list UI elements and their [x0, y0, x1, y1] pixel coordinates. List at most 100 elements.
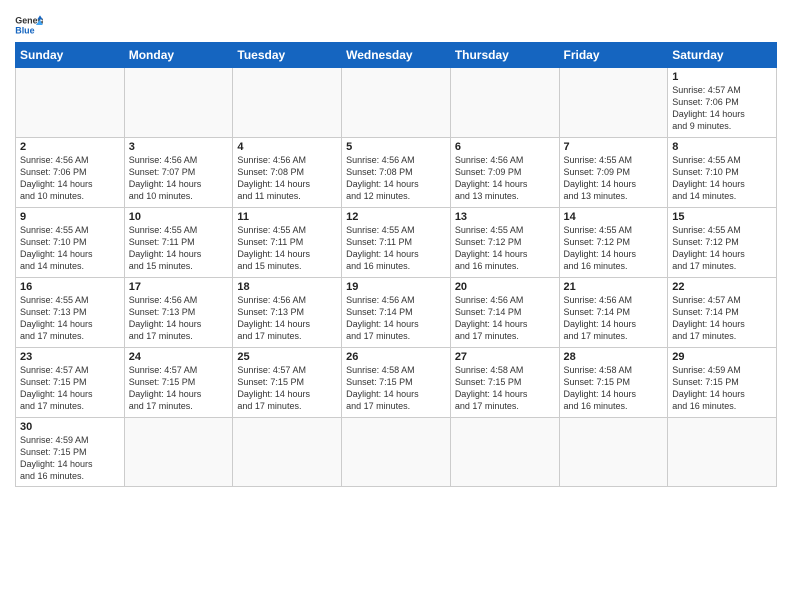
cell-info-text: Sunrise: 4:55 AM Sunset: 7:12 PM Dayligh…: [564, 224, 664, 273]
cell-info-text: Sunrise: 4:55 AM Sunset: 7:12 PM Dayligh…: [455, 224, 555, 273]
cell-info-text: Sunrise: 4:55 AM Sunset: 7:11 PM Dayligh…: [129, 224, 229, 273]
calendar-cell: [668, 418, 777, 487]
logo-icon: General Blue: [15, 14, 43, 36]
calendar-cell: 27Sunrise: 4:58 AM Sunset: 7:15 PM Dayli…: [450, 348, 559, 418]
calendar-cell: [342, 68, 451, 138]
cell-info-text: Sunrise: 4:57 AM Sunset: 7:06 PM Dayligh…: [672, 84, 772, 133]
cell-date-number: 14: [564, 211, 664, 223]
weekday-header-tuesday: Tuesday: [233, 43, 342, 68]
cell-info-text: Sunrise: 4:58 AM Sunset: 7:15 PM Dayligh…: [564, 364, 664, 413]
calendar-cell: 21Sunrise: 4:56 AM Sunset: 7:14 PM Dayli…: [559, 278, 668, 348]
cell-date-number: 16: [20, 281, 120, 293]
cell-date-number: 6: [455, 141, 555, 153]
calendar-cell: [124, 68, 233, 138]
cell-info-text: Sunrise: 4:56 AM Sunset: 7:14 PM Dayligh…: [346, 294, 446, 343]
cell-date-number: 26: [346, 351, 446, 363]
calendar-week-row: 30Sunrise: 4:59 AM Sunset: 7:15 PM Dayli…: [16, 418, 777, 487]
cell-info-text: Sunrise: 4:56 AM Sunset: 7:14 PM Dayligh…: [455, 294, 555, 343]
cell-info-text: Sunrise: 4:55 AM Sunset: 7:12 PM Dayligh…: [672, 224, 772, 273]
cell-date-number: 18: [237, 281, 337, 293]
cell-info-text: Sunrise: 4:55 AM Sunset: 7:10 PM Dayligh…: [20, 224, 120, 273]
cell-info-text: Sunrise: 4:59 AM Sunset: 7:15 PM Dayligh…: [672, 364, 772, 413]
calendar-cell: 5Sunrise: 4:56 AM Sunset: 7:08 PM Daylig…: [342, 138, 451, 208]
calendar-cell: 23Sunrise: 4:57 AM Sunset: 7:15 PM Dayli…: [16, 348, 125, 418]
calendar-week-row: 1Sunrise: 4:57 AM Sunset: 7:06 PM Daylig…: [16, 68, 777, 138]
cell-date-number: 30: [20, 421, 120, 433]
cell-info-text: Sunrise: 4:56 AM Sunset: 7:13 PM Dayligh…: [129, 294, 229, 343]
calendar-cell: [450, 68, 559, 138]
cell-date-number: 1: [672, 71, 772, 83]
weekday-header-saturday: Saturday: [668, 43, 777, 68]
cell-date-number: 5: [346, 141, 446, 153]
calendar-cell: 18Sunrise: 4:56 AM Sunset: 7:13 PM Dayli…: [233, 278, 342, 348]
calendar-cell: 25Sunrise: 4:57 AM Sunset: 7:15 PM Dayli…: [233, 348, 342, 418]
cell-info-text: Sunrise: 4:56 AM Sunset: 7:09 PM Dayligh…: [455, 154, 555, 203]
calendar-cell: 30Sunrise: 4:59 AM Sunset: 7:15 PM Dayli…: [16, 418, 125, 487]
calendar-cell: [124, 418, 233, 487]
calendar-cell: 15Sunrise: 4:55 AM Sunset: 7:12 PM Dayli…: [668, 208, 777, 278]
cell-info-text: Sunrise: 4:57 AM Sunset: 7:15 PM Dayligh…: [20, 364, 120, 413]
cell-date-number: 19: [346, 281, 446, 293]
calendar-cell: 6Sunrise: 4:56 AM Sunset: 7:09 PM Daylig…: [450, 138, 559, 208]
cell-date-number: 15: [672, 211, 772, 223]
cell-info-text: Sunrise: 4:55 AM Sunset: 7:10 PM Dayligh…: [672, 154, 772, 203]
weekday-header-thursday: Thursday: [450, 43, 559, 68]
cell-date-number: 17: [129, 281, 229, 293]
cell-info-text: Sunrise: 4:57 AM Sunset: 7:15 PM Dayligh…: [237, 364, 337, 413]
cell-info-text: Sunrise: 4:58 AM Sunset: 7:15 PM Dayligh…: [346, 364, 446, 413]
weekday-header-row: SundayMondayTuesdayWednesdayThursdayFrid…: [16, 43, 777, 68]
calendar-cell: 26Sunrise: 4:58 AM Sunset: 7:15 PM Dayli…: [342, 348, 451, 418]
calendar-week-row: 16Sunrise: 4:55 AM Sunset: 7:13 PM Dayli…: [16, 278, 777, 348]
weekday-header-wednesday: Wednesday: [342, 43, 451, 68]
cell-date-number: 27: [455, 351, 555, 363]
cell-info-text: Sunrise: 4:55 AM Sunset: 7:11 PM Dayligh…: [237, 224, 337, 273]
cell-date-number: 29: [672, 351, 772, 363]
calendar-cell: 22Sunrise: 4:57 AM Sunset: 7:14 PM Dayli…: [668, 278, 777, 348]
cell-info-text: Sunrise: 4:56 AM Sunset: 7:06 PM Dayligh…: [20, 154, 120, 203]
weekday-header-monday: Monday: [124, 43, 233, 68]
cell-info-text: Sunrise: 4:58 AM Sunset: 7:15 PM Dayligh…: [455, 364, 555, 413]
logo: General Blue: [15, 14, 43, 36]
cell-date-number: 13: [455, 211, 555, 223]
cell-date-number: 28: [564, 351, 664, 363]
calendar-cell: 7Sunrise: 4:55 AM Sunset: 7:09 PM Daylig…: [559, 138, 668, 208]
calendar-week-row: 9Sunrise: 4:55 AM Sunset: 7:10 PM Daylig…: [16, 208, 777, 278]
cell-date-number: 23: [20, 351, 120, 363]
cell-date-number: 3: [129, 141, 229, 153]
cell-date-number: 11: [237, 211, 337, 223]
calendar-cell: 11Sunrise: 4:55 AM Sunset: 7:11 PM Dayli…: [233, 208, 342, 278]
calendar-cell: 29Sunrise: 4:59 AM Sunset: 7:15 PM Dayli…: [668, 348, 777, 418]
calendar-cell: 17Sunrise: 4:56 AM Sunset: 7:13 PM Dayli…: [124, 278, 233, 348]
calendar-cell: 9Sunrise: 4:55 AM Sunset: 7:10 PM Daylig…: [16, 208, 125, 278]
cell-info-text: Sunrise: 4:56 AM Sunset: 7:07 PM Dayligh…: [129, 154, 229, 203]
cell-date-number: 24: [129, 351, 229, 363]
calendar-cell: 2Sunrise: 4:56 AM Sunset: 7:06 PM Daylig…: [16, 138, 125, 208]
calendar-cell: 16Sunrise: 4:55 AM Sunset: 7:13 PM Dayli…: [16, 278, 125, 348]
calendar-cell: 12Sunrise: 4:55 AM Sunset: 7:11 PM Dayli…: [342, 208, 451, 278]
cell-date-number: 25: [237, 351, 337, 363]
calendar-cell: 28Sunrise: 4:58 AM Sunset: 7:15 PM Dayli…: [559, 348, 668, 418]
calendar-cell: [342, 418, 451, 487]
cell-info-text: Sunrise: 4:56 AM Sunset: 7:14 PM Dayligh…: [564, 294, 664, 343]
cell-info-text: Sunrise: 4:55 AM Sunset: 7:13 PM Dayligh…: [20, 294, 120, 343]
cell-date-number: 20: [455, 281, 555, 293]
cell-info-text: Sunrise: 4:55 AM Sunset: 7:09 PM Dayligh…: [564, 154, 664, 203]
cell-date-number: 12: [346, 211, 446, 223]
calendar-cell: 19Sunrise: 4:56 AM Sunset: 7:14 PM Dayli…: [342, 278, 451, 348]
weekday-header-sunday: Sunday: [16, 43, 125, 68]
calendar-week-row: 23Sunrise: 4:57 AM Sunset: 7:15 PM Dayli…: [16, 348, 777, 418]
cell-date-number: 21: [564, 281, 664, 293]
cell-date-number: 22: [672, 281, 772, 293]
cell-info-text: Sunrise: 4:56 AM Sunset: 7:08 PM Dayligh…: [346, 154, 446, 203]
calendar-cell: 3Sunrise: 4:56 AM Sunset: 7:07 PM Daylig…: [124, 138, 233, 208]
calendar-cell: 10Sunrise: 4:55 AM Sunset: 7:11 PM Dayli…: [124, 208, 233, 278]
calendar-cell: 14Sunrise: 4:55 AM Sunset: 7:12 PM Dayli…: [559, 208, 668, 278]
calendar-cell: 1Sunrise: 4:57 AM Sunset: 7:06 PM Daylig…: [668, 68, 777, 138]
cell-info-text: Sunrise: 4:57 AM Sunset: 7:15 PM Dayligh…: [129, 364, 229, 413]
calendar-week-row: 2Sunrise: 4:56 AM Sunset: 7:06 PM Daylig…: [16, 138, 777, 208]
cell-date-number: 4: [237, 141, 337, 153]
calendar-cell: 20Sunrise: 4:56 AM Sunset: 7:14 PM Dayli…: [450, 278, 559, 348]
calendar-cell: 8Sunrise: 4:55 AM Sunset: 7:10 PM Daylig…: [668, 138, 777, 208]
calendar-cell: 24Sunrise: 4:57 AM Sunset: 7:15 PM Dayli…: [124, 348, 233, 418]
cell-info-text: Sunrise: 4:56 AM Sunset: 7:13 PM Dayligh…: [237, 294, 337, 343]
